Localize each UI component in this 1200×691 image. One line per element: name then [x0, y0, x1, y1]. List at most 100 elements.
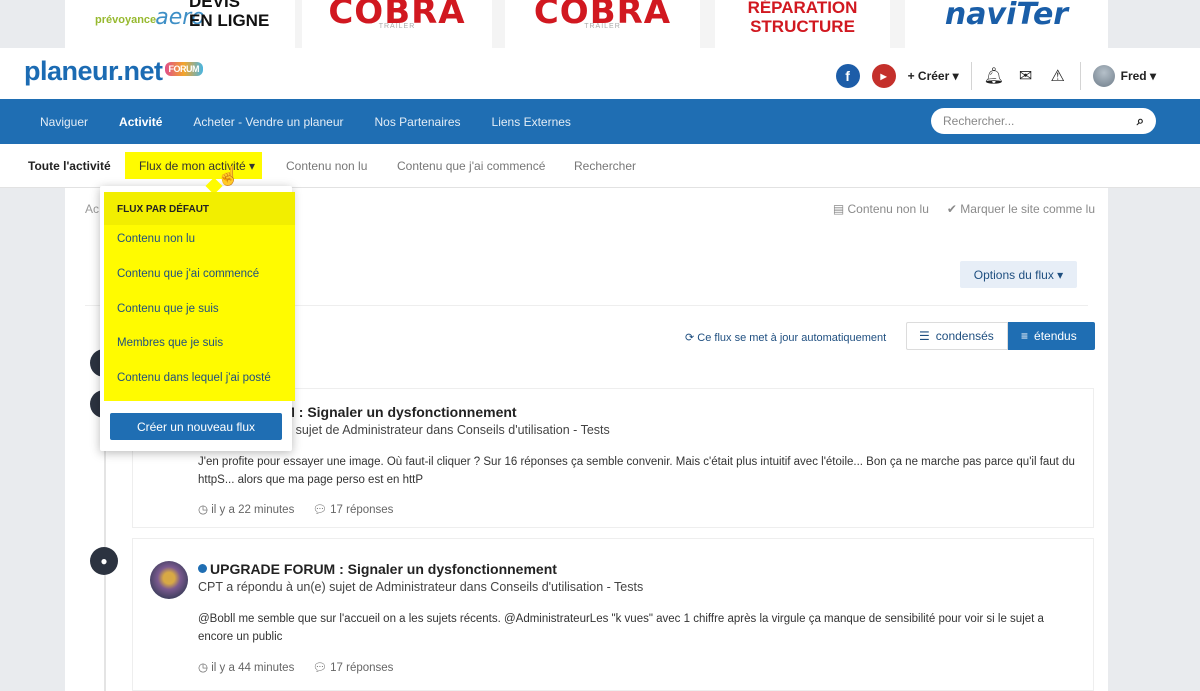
ad-rep-line2: STRUCTURE	[750, 17, 855, 36]
top-links: ▤ Contenu non lu ✔ Marquer le site comme…	[833, 202, 1095, 216]
clock-icon: ◷	[198, 662, 212, 674]
dropdown-item-poste[interactable]: Contenu dans lequel j'ai posté	[117, 372, 271, 384]
user-name: Fred ▾	[1120, 69, 1156, 83]
subnav-contenu-non-lu[interactable]: Contenu non lu	[286, 159, 367, 173]
card-replies[interactable]: 💬︎ 17 réponses	[312, 502, 393, 516]
header-actions: f ▶ + Créer ▾ 🔔︎ ✉ ⚠ Fred ▾	[835, 62, 1156, 90]
ad-reparation-structure[interactable]: RÉPARATION STRUCTURE	[715, 0, 890, 48]
comment-icon: 💬︎	[312, 662, 331, 674]
header-divider	[1079, 62, 1081, 90]
ad-naviter[interactable]: naviTer	[905, 0, 1108, 48]
naviter-logo: naviTer	[944, 0, 1069, 32]
card-replies-text: 17 réponses	[330, 504, 394, 516]
unread-link-label: Contenu non lu	[847, 202, 929, 216]
list-icon: ≡	[1021, 329, 1029, 343]
subnav-toute-activite[interactable]: Toute l'activité	[28, 159, 111, 173]
card-title[interactable]: RUM : Signaler un dysfonctionnement	[263, 404, 517, 420]
main-nav: Naviguer Activité Acheter - Vendre un pl…	[0, 99, 1200, 144]
refresh-icon: ⟳	[685, 332, 698, 344]
dropdown-item-commence[interactable]: Contenu que j'ai commencé	[117, 268, 259, 280]
breadcrumb: Ac	[85, 202, 100, 216]
search-icon[interactable]: ⌕	[1137, 113, 1144, 129]
nav-naviguer[interactable]: Naviguer	[40, 115, 88, 129]
auto-update-text: Ce flux se met à jour automatiquement	[697, 332, 887, 344]
pointer-cursor-icon: ☝	[217, 166, 240, 186]
card-excerpt: J'en profite pour essayer une image. Où …	[198, 456, 1075, 486]
ad-rep-line1: RÉPARATION	[747, 0, 858, 17]
search-input[interactable]: Rechercher... ⌕	[931, 108, 1156, 134]
user-avatar[interactable]	[150, 561, 188, 599]
nav-activite[interactable]: Activité	[119, 115, 162, 129]
site-logo[interactable]: planeur.net FORUM	[24, 56, 204, 87]
card-time[interactable]: ◷ il y a 44 minutes	[198, 660, 294, 674]
dropdown-header: FLUX PAR DÉFAUT	[104, 192, 295, 225]
mark-read-link[interactable]: ✔ Marquer le site comme lu	[947, 202, 1095, 216]
activity-subnav: Toute l'activité Flux de mon activité ▾ …	[0, 144, 1200, 188]
envelope-icon[interactable]: ✉	[1016, 66, 1036, 86]
nav-liens-externes[interactable]: Liens Externes	[492, 115, 571, 129]
create-menu[interactable]: + Créer ▾	[908, 69, 959, 83]
comment-icon: 💬︎	[312, 504, 331, 516]
forum-badge: FORUM	[164, 62, 204, 76]
youtube-icon[interactable]: ▶	[871, 64, 896, 88]
card-title-text: UPGRADE FORUM : Signaler un dysfonctionn…	[210, 561, 557, 577]
facebook-icon[interactable]: f	[835, 64, 860, 88]
header-divider	[970, 62, 972, 90]
create-stream-button[interactable]: Créer un nouveau flux	[110, 413, 282, 440]
view-condensed-button[interactable]: ☰ condensés	[906, 322, 1008, 350]
ad-devis-line2: EN LIGNE	[189, 11, 270, 30]
ad-devis-text: DEVIS EN LIGNE	[189, 0, 269, 30]
card-subtitle: un(e) sujet de Administrateur dans Conse…	[263, 423, 610, 437]
unread-link[interactable]: ▤ Contenu non lu	[833, 202, 929, 216]
list-icon: ☰	[919, 329, 930, 343]
view-expanded-label: étendus	[1034, 329, 1077, 343]
bell-icon[interactable]: 🔔︎	[984, 66, 1004, 86]
main-nav-items: Naviguer Activité Acheter - Vendre un pl…	[40, 99, 571, 144]
site-logo-text: planeur.net	[24, 56, 163, 86]
card-excerpt: @Bobll me semble que sur l'accueil on a …	[198, 613, 1044, 643]
warning-icon[interactable]: ⚠	[1048, 66, 1068, 86]
stream-dropdown-menu: FLUX PAR DÉFAUT Contenu non lu Contenu q…	[100, 177, 295, 451]
site-header: planeur.net FORUM f ▶ + Créer ▾ 🔔︎ ✉ ⚠ Fr…	[0, 48, 1200, 99]
activity-card: UPGRADE FORUM : Signaler un dysfonctionn…	[132, 538, 1094, 691]
user-avatar	[1092, 65, 1115, 87]
card-meta: ◷ il y a 22 minutes 💬︎ 17 réponses	[198, 502, 393, 516]
subnav-contenu-commence[interactable]: Contenu que j'ai commencé	[397, 159, 545, 173]
clock-icon: ◷	[198, 504, 212, 516]
card-subtitle: CPT a répondu à un(e) sujet de Administr…	[198, 580, 644, 594]
mark-read-label: Marquer le site comme lu	[960, 202, 1095, 216]
ad-banner: aero prévoyance DEVIS EN LIGNE COBRA TRA…	[65, 0, 1108, 48]
nav-partenaires[interactable]: Nos Partenaires	[375, 115, 461, 129]
aero-logo-sub: prévoyance	[95, 14, 157, 26]
card-replies[interactable]: 💬︎ 17 réponses	[312, 660, 393, 674]
card-time[interactable]: ◷ il y a 22 minutes	[198, 502, 294, 516]
search-placeholder: Rechercher...	[943, 114, 1015, 128]
unread-dot	[198, 564, 207, 573]
cobra-trailer-text: TRAILER	[584, 23, 621, 30]
user-menu[interactable]: Fred ▾	[1092, 65, 1156, 87]
dropdown-item-non-lu[interactable]: Contenu non lu	[117, 233, 195, 245]
nav-acheter-vendre[interactable]: Acheter - Vendre un planeur	[193, 115, 343, 129]
card-title[interactable]: UPGRADE FORUM : Signaler un dysfonctionn…	[198, 561, 557, 577]
unread-icon: ▤	[832, 202, 848, 216]
ad-aero-prevoyance[interactable]: aero prévoyance DEVIS EN LIGNE	[65, 0, 295, 48]
view-expanded-button[interactable]: ≡ étendus	[1008, 322, 1095, 350]
view-toggle: ☰ condensés ≡ étendus	[906, 322, 1095, 350]
dropdown-item-suis[interactable]: Contenu que je suis	[117, 303, 219, 315]
view-condensed-label: condensés	[935, 329, 994, 343]
card-replies-text: 17 réponses	[330, 662, 394, 674]
ad-reparation-text: RÉPARATION STRUCTURE	[748, 0, 858, 36]
subnav-rechercher[interactable]: Rechercher	[574, 159, 636, 173]
dropdown-item-membres[interactable]: Membres que je suis	[117, 337, 223, 349]
ad-devis-line1: DEVIS	[189, 0, 241, 11]
comment-icon: ●	[90, 547, 118, 575]
ad-cobra-2[interactable]: COBRA TRAILER	[505, 0, 700, 48]
stream-options-button[interactable]: Options du flux ▾	[960, 261, 1077, 288]
card-meta: ◷ il y a 44 minutes 💬︎ 17 réponses	[198, 660, 393, 674]
card-time-text: il y a 44 minutes	[211, 662, 295, 674]
auto-update-notice: ⟳ Ce flux se met à jour automatiquement	[685, 331, 886, 344]
ad-cobra-1[interactable]: COBRA TRAILER	[302, 0, 492, 48]
check-icon: ✔	[946, 202, 961, 216]
cobra-trailer-text: TRAILER	[378, 23, 416, 30]
card-time-text: il y a 22 minutes	[211, 504, 295, 516]
